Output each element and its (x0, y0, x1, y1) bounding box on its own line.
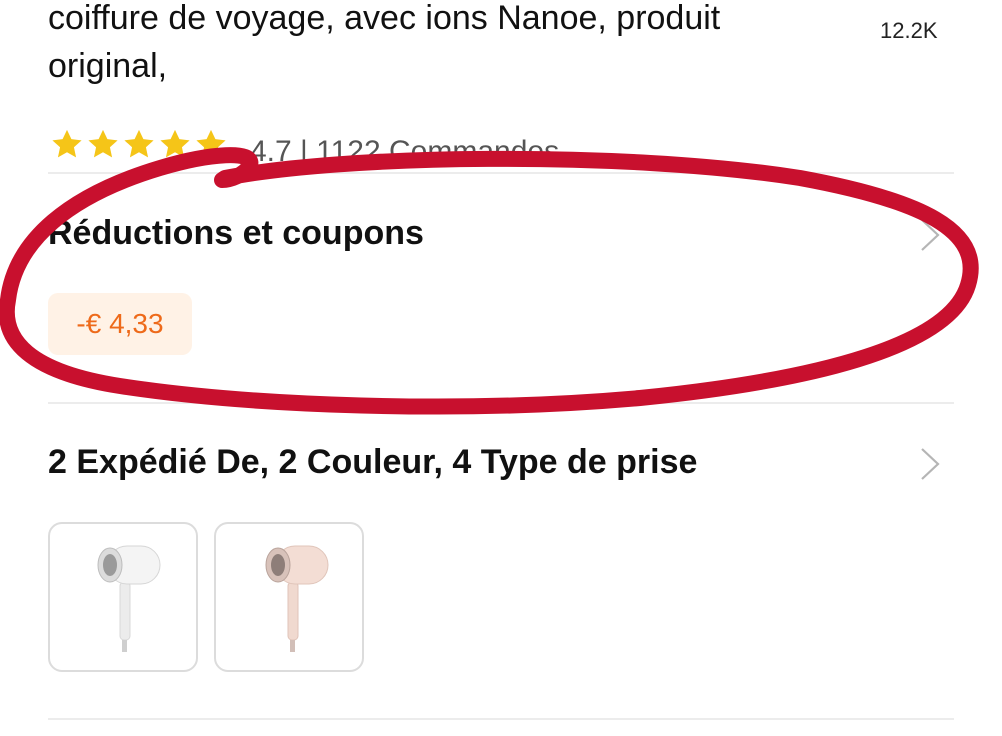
divider (48, 402, 954, 404)
product-title: coiffure de voyage, avec ions Nanoe, pro… (48, 0, 721, 85)
star-icon (160, 129, 190, 158)
rating-row[interactable]: 4.7 | 1122 Commandes (50, 122, 559, 166)
star-icon (52, 129, 82, 158)
chevron-right-icon[interactable] (918, 447, 942, 481)
variants-title[interactable]: 2 Expédié De, 2 Couleur, 4 Type de prise (48, 443, 697, 482)
divider (48, 718, 954, 720)
chevron-right-icon[interactable] (918, 218, 942, 252)
divider (48, 172, 954, 174)
coupon-badge[interactable]: -€ 4,33 (48, 293, 192, 355)
discounts-title[interactable]: Réductions et coupons (48, 214, 424, 253)
hair-dryer-pink-icon (265, 545, 329, 652)
star-icon (88, 129, 118, 158)
likes-count[interactable]: 12.2K (880, 18, 938, 44)
rating-stars (50, 127, 228, 161)
variant-option-pink[interactable] (214, 522, 364, 672)
hair-dryer-white-icon (97, 545, 161, 652)
variant-option-white[interactable] (48, 522, 198, 672)
star-icon (196, 129, 226, 158)
rating-summary: 4.7 | 1122 Commandes (250, 135, 560, 166)
star-icon (124, 129, 154, 158)
